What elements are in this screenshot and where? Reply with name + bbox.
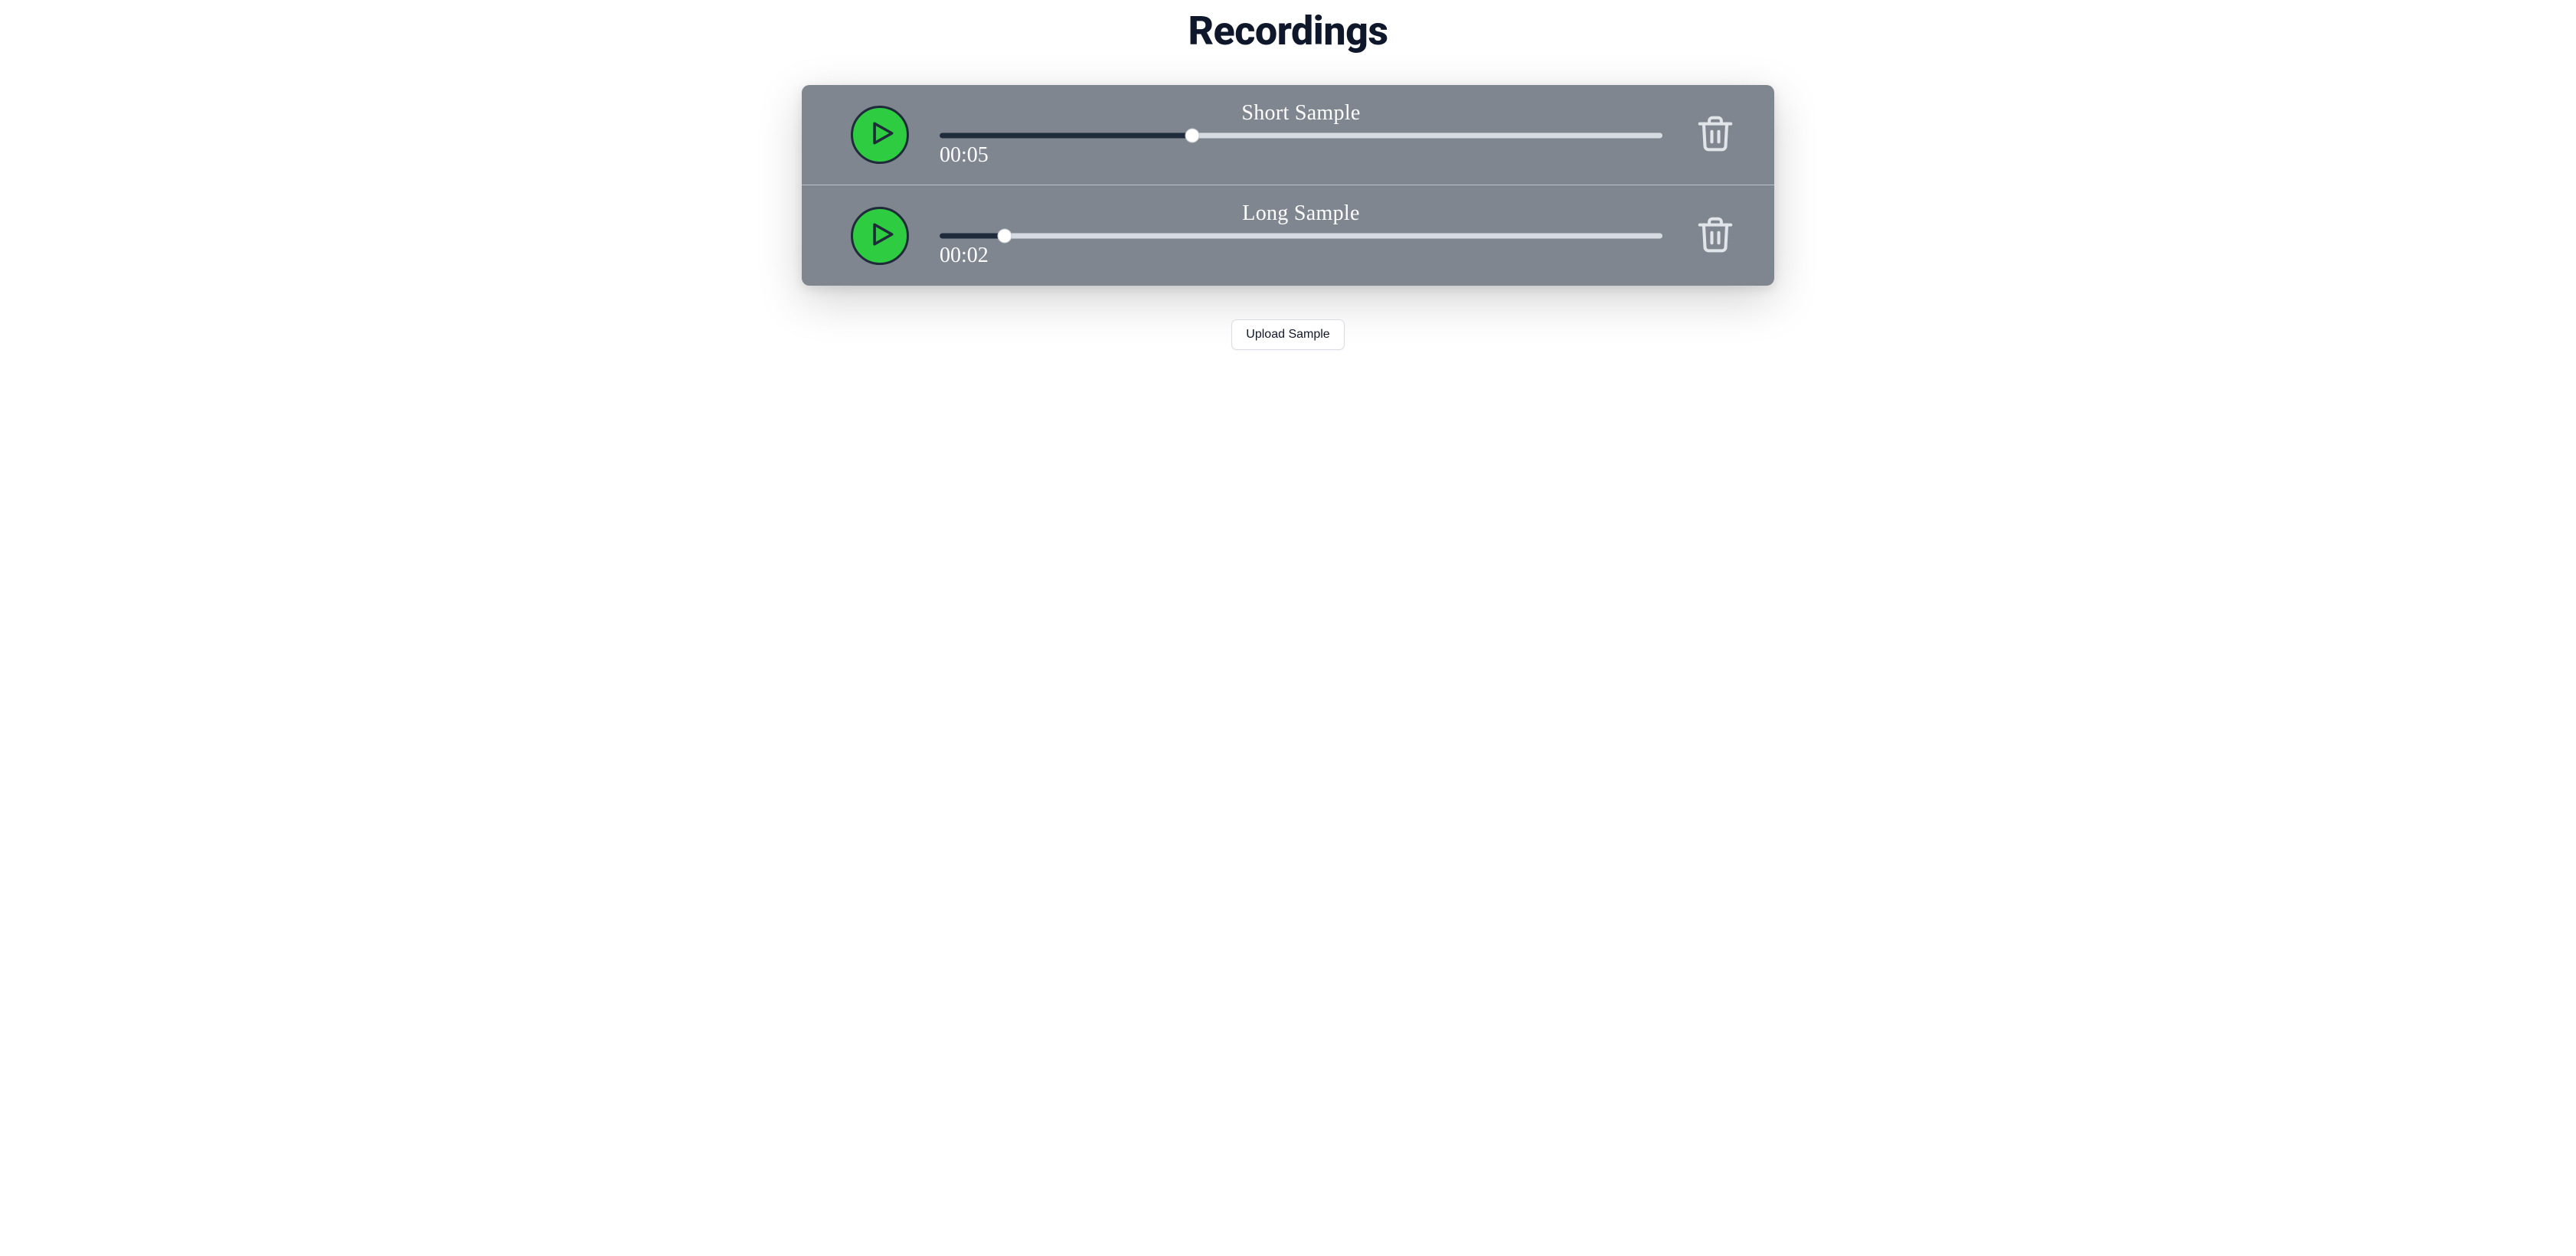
slider-thumb[interactable]	[1185, 128, 1200, 142]
slider-track	[940, 234, 1662, 239]
delete-button[interactable]	[1693, 113, 1737, 157]
play-button[interactable]	[851, 106, 909, 164]
track-body: Short Sample 00:05	[940, 102, 1662, 168]
slider-thumb[interactable]	[997, 229, 1012, 244]
trash-icon	[1695, 113, 1736, 157]
progress-slider[interactable]	[940, 130, 1662, 141]
slider-fill	[940, 132, 1192, 138]
track-name: Short Sample	[940, 102, 1662, 126]
play-icon	[865, 221, 895, 250]
delete-button[interactable]	[1693, 214, 1737, 258]
recording-row: Long Sample 00:02	[802, 185, 1774, 285]
track-time: 00:05	[940, 142, 1662, 168]
play-button[interactable]	[851, 207, 909, 265]
recordings-list: Short Sample 00:05	[802, 85, 1774, 286]
track-time: 00:02	[940, 243, 1662, 269]
track-name: Long Sample	[940, 202, 1662, 226]
upload-sample-button[interactable]: Upload Sample	[1231, 319, 1344, 350]
progress-slider[interactable]	[940, 231, 1662, 241]
track-body: Long Sample 00:02	[940, 202, 1662, 268]
recording-row: Short Sample 00:05	[802, 85, 1774, 185]
trash-icon	[1695, 214, 1736, 258]
slider-fill	[940, 234, 1005, 239]
play-icon	[865, 120, 895, 149]
page-title: Recordings	[695, 8, 1881, 54]
upload-section: Upload Sample	[695, 319, 1881, 350]
